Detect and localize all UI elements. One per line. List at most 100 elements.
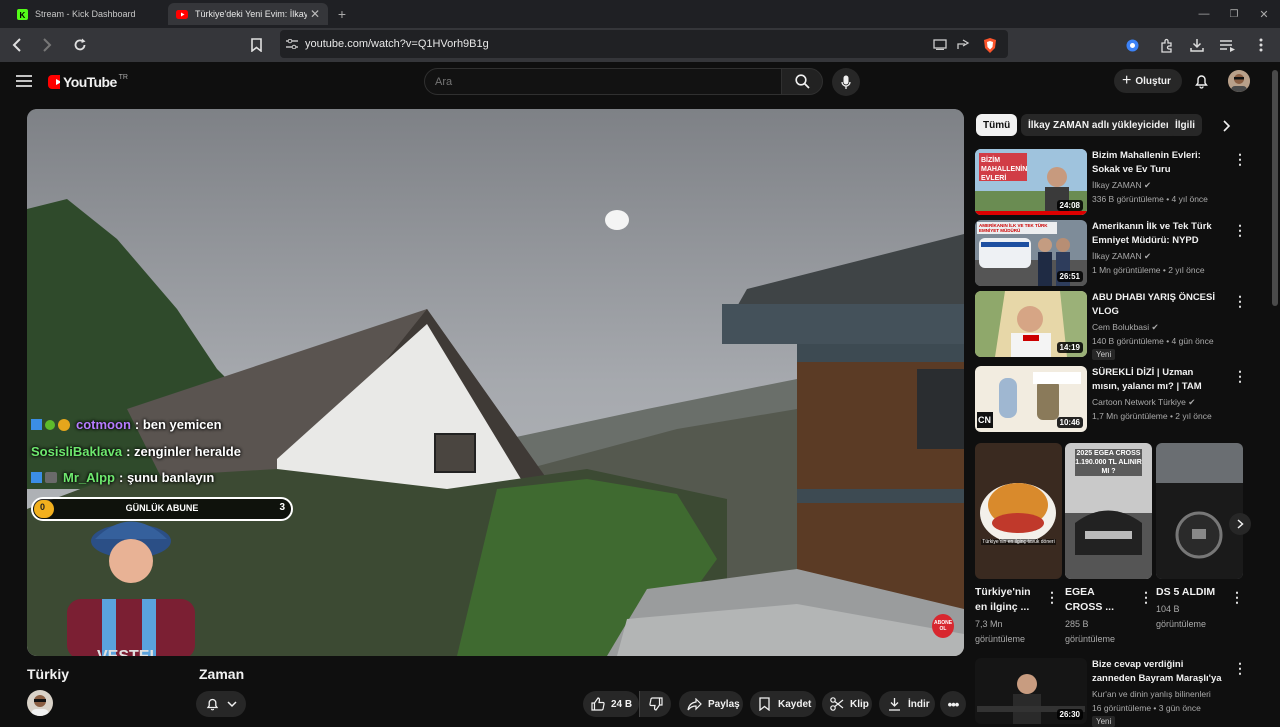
recommended-video[interactable]: CN 10:46 SÜREKLİ DİZİ | Uzman mısın, yal… — [975, 366, 1247, 432]
short-item[interactable]: Türkiye'nin en ilginç tavuk döneri Türki… — [975, 443, 1062, 647]
recommended-video[interactable]: AMERİKANIN İLK VE TEK TÜRK EMNİYET MÜDÜR… — [975, 220, 1247, 286]
short-caption: Türkiye'nin en ilginç tavuk döneri — [981, 539, 1056, 545]
svg-text:VESTEL: VESTEL — [97, 648, 159, 656]
video-title[interactable]: Bize cevap verdiğini zanneden Bayram Mar… — [1092, 658, 1222, 686]
sub-badge-icon — [58, 418, 70, 431]
short-title[interactable]: DS 5 ALDIM — [1156, 585, 1226, 600]
reload-icon[interactable] — [71, 36, 89, 54]
video-thumbnail[interactable]: 14:19 — [975, 291, 1087, 357]
video-title[interactable]: ABU DHABI YARIŞ ÖNCESİ VLOG — [1092, 291, 1222, 319]
create-button[interactable]: + Oluştur — [1114, 69, 1182, 93]
tab-kick-dashboard[interactable]: K Stream - Kick Dashboard — [8, 3, 166, 25]
video-thumbnail[interactable]: CN 10:46 — [975, 366, 1087, 432]
chip-next-chevron-icon[interactable] — [1219, 117, 1235, 135]
restore-icon[interactable]: ❐ — [1226, 6, 1242, 22]
channel-name[interactable]: Cartoon Network Türkiye ✔ — [1092, 397, 1195, 408]
video-meta: 140 B görüntüleme • 4 gün önce — [1092, 336, 1214, 346]
browser-menu-icon[interactable] — [1255, 36, 1267, 54]
video-player[interactable]: VESTEL cotmoon : ben yemicen SosisliBakl… — [27, 109, 964, 656]
page-scrollbar[interactable] — [1272, 70, 1278, 306]
download-button[interactable]: İndir — [879, 691, 935, 717]
scissors-icon — [830, 697, 844, 711]
channel-avatar[interactable] — [27, 690, 53, 716]
short-thumbnail[interactable] — [1156, 443, 1243, 579]
video-menu-icon[interactable]: ⋮ — [1233, 660, 1247, 677]
back-icon[interactable] — [8, 36, 26, 54]
short-menu-icon[interactable]: ⋮ — [1139, 589, 1153, 606]
save-button[interactable]: Kaydet — [750, 691, 816, 717]
notification-settings-button[interactable] — [196, 691, 246, 717]
shorts-next-button[interactable] — [1229, 513, 1251, 535]
extensions-icon[interactable] — [1157, 36, 1175, 54]
channel-name[interactable]: Cem Bolukbasi ✔ — [1092, 322, 1159, 333]
short-title[interactable]: EGEA CROSS ... — [1065, 585, 1127, 615]
playlist-queue-icon[interactable] — [1219, 36, 1237, 54]
chip-all[interactable]: Tümü — [976, 114, 1018, 136]
voice-search-button[interactable] — [832, 68, 860, 96]
svg-text:K: K — [19, 11, 25, 20]
clip-button[interactable]: Klip — [822, 691, 872, 717]
search-input[interactable] — [424, 68, 782, 95]
video-menu-icon[interactable]: ⋮ — [1233, 222, 1247, 239]
short-title[interactable]: Türkiye'nin en ilginç ... — [975, 585, 1037, 615]
verified-icon: ✔ — [1143, 180, 1152, 190]
search-button[interactable] — [781, 68, 823, 95]
profile-ext-icon[interactable] — [1124, 37, 1140, 53]
youtube-logo[interactable]: YouTube TR — [48, 72, 128, 92]
tab-title: Türkiye'deki Yeni Evim: İlkay Zaman — [195, 9, 307, 19]
share-button[interactable]: Paylaş — [679, 691, 743, 717]
window-close-icon[interactable]: ✕ — [1256, 6, 1272, 22]
notifications-bell-icon[interactable] — [1192, 72, 1210, 90]
chip-from-uploader[interactable]: İlkay ZAMAN adlı yükleyiciden — [1021, 114, 1179, 136]
hamburger-menu-icon[interactable] — [15, 72, 33, 90]
tab-youtube-video[interactable]: Türkiye'deki Yeni Evim: İlkay Zaman ✕ — [168, 3, 328, 25]
download-icon[interactable] — [1188, 36, 1206, 54]
short-thumbnail[interactable]: Türkiye'nin en ilginç tavuk döneri — [975, 443, 1062, 579]
video-title[interactable]: Amerikanın İlk ve Tek Türk Emniyet Müdür… — [1092, 220, 1222, 248]
recommended-video[interactable]: 14:19 ABU DHABI YARIŞ ÖNCESİ VLOG Cem Bo… — [975, 291, 1247, 360]
short-thumbnail[interactable]: 2025 EGEA CROSS 1.190.000 TL ALINIR MI ? — [1065, 443, 1152, 579]
channel-name[interactable]: Kur'an ve dinin yanlış bilinenleri — [1092, 689, 1211, 699]
channel-name[interactable]: İlkay ZAMAN ✔ — [1092, 180, 1151, 191]
video-duration: 10:46 — [1056, 417, 1083, 428]
video-menu-icon[interactable]: ⋮ — [1233, 368, 1247, 385]
forward-icon[interactable] — [38, 36, 56, 54]
short-menu-icon[interactable]: ⋮ — [1045, 589, 1059, 606]
video-title[interactable]: Bizim Mahallenin Evleri: Sokak ve Ev Tur… — [1092, 149, 1222, 177]
video-menu-icon[interactable]: ⋮ — [1233, 293, 1247, 310]
save-label: Kaydet — [778, 698, 812, 710]
recommended-video[interactable]: 26:30 Bize cevap verdiğini zanneden Bayr… — [975, 658, 1247, 727]
video-thumbnail[interactable]: AMERİKANIN İLK VE TEK TÜRK EMNİYET MÜDÜR… — [975, 220, 1087, 286]
video-thumbnail[interactable]: BİZİM MAHALLENİN EVLERİ 24:08 — [975, 149, 1087, 215]
video-menu-icon[interactable]: ⋮ — [1233, 151, 1247, 168]
brave-shield-icon[interactable] — [981, 36, 999, 54]
channel-name[interactable]: İlkay ZAMAN ✔ — [1092, 251, 1151, 262]
minimize-icon[interactable]: — — [1196, 6, 1212, 22]
video-title[interactable]: SÜREKLİ DİZİ | Uzman mısın, yalancı mı? … — [1092, 366, 1222, 394]
verified-badge-icon — [45, 419, 55, 430]
like-count: 24 B — [611, 698, 633, 710]
recommended-video[interactable]: BİZİM MAHALLENİN EVLERİ 24:08 Bizim Maha… — [975, 149, 1247, 215]
close-tab-icon[interactable]: ✕ — [310, 7, 320, 21]
cast-icon[interactable] — [932, 37, 948, 51]
subscribe-watermark[interactable]: ABONE OL — [932, 614, 954, 638]
new-tab-icon[interactable]: + — [334, 6, 350, 22]
more-actions-button[interactable]: ••• — [940, 691, 966, 717]
video-thumbnail[interactable]: 26:30 — [975, 658, 1087, 724]
bookmark-icon[interactable] — [247, 36, 265, 54]
like-button[interactable]: 24 B — [583, 691, 639, 717]
site-info-icon[interactable] — [285, 37, 299, 51]
short-menu-icon[interactable]: ⋮ — [1230, 589, 1244, 606]
dislike-button[interactable] — [639, 691, 671, 717]
thumbs-up-icon — [591, 697, 605, 711]
download-video-icon — [889, 698, 900, 711]
account-avatar[interactable] — [1228, 70, 1250, 92]
short-item[interactable]: DS 5 ALDIM 104 B görüntüleme ⋮ — [1156, 443, 1244, 632]
short-thumbnail-art — [1156, 443, 1243, 579]
chip-related[interactable]: İlgili — [1168, 114, 1202, 136]
share-page-icon[interactable] — [955, 37, 971, 51]
logo-text: YouTube — [63, 74, 117, 90]
chat-username: SosisliBaklava — [31, 444, 123, 459]
verified-icon: ✔ — [1143, 251, 1152, 261]
short-item[interactable]: 2025 EGEA CROSS 1.190.000 TL ALINIR MI ?… — [1065, 443, 1153, 647]
